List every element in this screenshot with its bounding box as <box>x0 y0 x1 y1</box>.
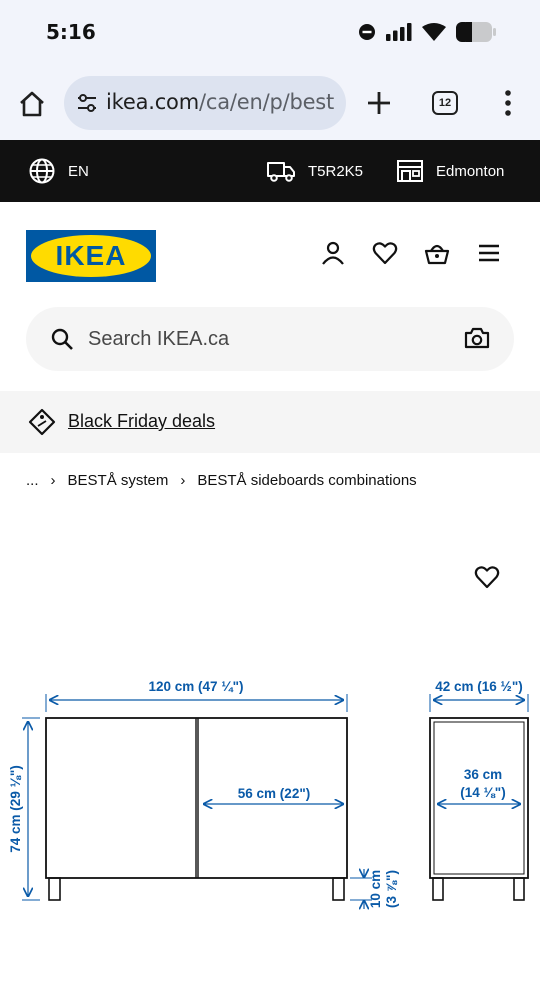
store-selector[interactable]: Edmonton <box>396 140 504 202</box>
chevron-right-icon: › <box>50 472 56 489</box>
depth-label: 42 cm (16 ½") <box>435 679 522 694</box>
address-bar[interactable]: ikea.com/ca/en/p/best <box>64 76 346 130</box>
location-strip: EN T5R2K5 Edmonton <box>0 140 540 202</box>
height-label: 74 cm (29 ⅛") <box>8 765 23 852</box>
ikea-logo[interactable]: IKEA <box>26 230 156 282</box>
promo-banner: Black Friday deals <box>0 391 540 453</box>
truck-icon <box>267 162 295 182</box>
side-view <box>429 717 529 901</box>
header-actions <box>320 240 502 266</box>
black-friday-link[interactable]: Black Friday deals <box>68 411 215 432</box>
status-bar: 5:16 <box>0 0 540 66</box>
breadcrumb: ... › BESTÅ system › BESTÅ sideboards co… <box>26 472 417 489</box>
tag-icon <box>28 408 56 436</box>
tabs-icon[interactable]: 12 <box>432 91 458 115</box>
logo-text: IKEA <box>56 240 127 271</box>
dimension-diagram: 120 cm (47 ¼") 56 cm (22") 74 cm (29 ⅛")… <box>8 679 529 920</box>
store-label: Edmonton <box>436 162 505 180</box>
front-view <box>45 717 348 901</box>
inner-depth-in-label: (14 ⅛") <box>460 785 505 800</box>
signal-icon <box>386 23 412 41</box>
width-label: 120 cm (47 ¼") <box>149 679 244 694</box>
site-header: IKEA <box>0 202 540 302</box>
tune-icon[interactable] <box>76 93 98 113</box>
postal-code-label: T5R2K5 <box>308 162 364 180</box>
url-domain: ikea.com <box>106 90 199 114</box>
battery-icon <box>456 22 496 42</box>
breadcrumb-item-besta-system[interactable]: BESTÅ system <box>68 472 169 489</box>
dnd-icon <box>359 24 375 40</box>
plus-icon[interactable] <box>364 88 394 118</box>
home-icon[interactable] <box>16 88 48 120</box>
search-bar <box>26 307 514 371</box>
search-icon[interactable] <box>50 327 74 351</box>
globe-icon <box>29 158 55 184</box>
language-selector[interactable]: EN <box>28 140 89 202</box>
heart-icon[interactable] <box>372 240 398 266</box>
breadcrumb-item-besta-sideboards[interactable]: BESTÅ sideboards combinations <box>197 472 416 489</box>
favorite-heart-icon[interactable] <box>474 564 500 590</box>
basket-icon[interactable] <box>424 240 450 266</box>
status-icons <box>358 22 496 42</box>
hamburger-icon[interactable] <box>476 240 502 266</box>
wifi-icon <box>422 23 446 41</box>
more-vert-icon[interactable] <box>498 88 518 118</box>
url-path: /ca/en/p/best <box>198 90 335 114</box>
browser-toolbar: ikea.com/ca/en/p/best 12 <box>0 66 540 140</box>
url-text: ikea.com/ca/en/p/best <box>106 90 334 114</box>
breadcrumb-ellipsis[interactable]: ... <box>26 472 39 489</box>
camera-icon[interactable] <box>464 326 490 350</box>
postal-code-selector[interactable]: T5R2K5 <box>266 140 363 202</box>
language-label: EN <box>68 162 89 180</box>
leg-height-in-label: (3 ⅞") <box>384 870 399 908</box>
door-width-label: 56 cm (22") <box>238 786 310 801</box>
store-icon <box>397 160 423 182</box>
leg-height-cm-label: 10 cm <box>368 870 383 908</box>
chevron-right-icon: › <box>180 472 186 489</box>
inner-depth-cm-label: 36 cm <box>464 767 502 782</box>
user-icon[interactable] <box>320 240 346 266</box>
search-input[interactable] <box>88 323 448 355</box>
tab-count: 12 <box>438 97 452 109</box>
status-time: 5:16 <box>46 20 96 44</box>
